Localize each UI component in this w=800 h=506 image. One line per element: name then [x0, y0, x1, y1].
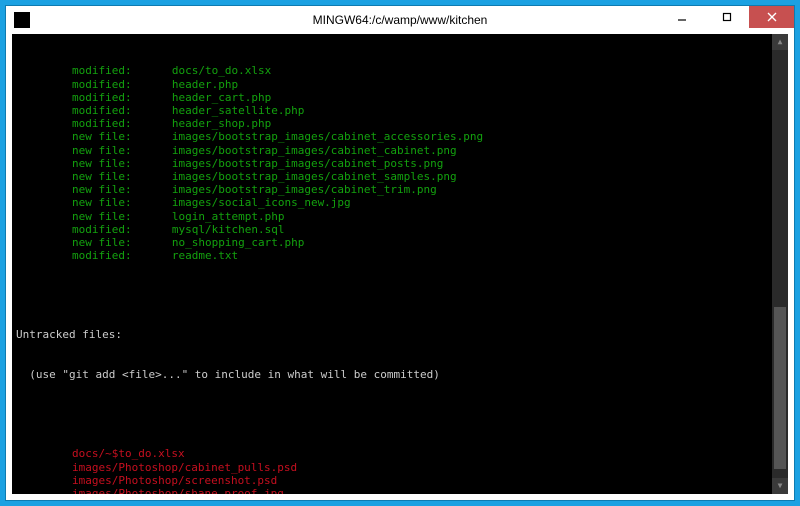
- untracked-hint: (use "git add <file>..." to include in w…: [16, 368, 782, 381]
- untracked-file-line: images/Photoshop/cabinet_pulls.psd: [16, 461, 782, 474]
- status-change-line: modified: header.php: [16, 78, 782, 91]
- untracked-header: Untracked files:: [16, 328, 782, 341]
- app-icon: [14, 12, 30, 28]
- close-button[interactable]: [749, 6, 794, 28]
- maximize-button[interactable]: [704, 6, 749, 28]
- maximize-icon: [722, 12, 732, 22]
- untracked-file-line: images/Photoshop/shane_proof.jpg: [16, 487, 782, 494]
- status-change-line: new file: images/bootstrap_images/cabine…: [16, 144, 782, 157]
- status-change-line: new file: login_attempt.php: [16, 210, 782, 223]
- untracked-files-list: docs/~$to_do.xlsximages/Photoshop/cabine…: [16, 447, 782, 494]
- status-change-line: new file: no_shopping_cart.php: [16, 236, 782, 249]
- terminal-window: MINGW64:/c/wamp/www/kitchen modified: do…: [5, 5, 795, 501]
- scroll-track[interactable]: [772, 50, 788, 478]
- close-icon: [767, 12, 777, 22]
- scroll-thumb[interactable]: [774, 307, 786, 470]
- status-change-line: new file: images/bootstrap_images/cabine…: [16, 183, 782, 196]
- window-title: MINGW64:/c/wamp/www/kitchen: [313, 13, 488, 27]
- status-change-line: new file: images/social_icons_new.jpg: [16, 196, 782, 209]
- scroll-down-button[interactable]: ▼: [772, 478, 788, 494]
- status-change-line: new file: images/bootstrap_images/cabine…: [16, 170, 782, 183]
- status-change-line: modified: header_cart.php: [16, 91, 782, 104]
- status-change-line: new file: images/bootstrap_images/cabine…: [16, 157, 782, 170]
- status-change-line: modified: readme.txt: [16, 249, 782, 262]
- status-change-line: modified: docs/to_do.xlsx: [16, 64, 782, 77]
- staged-changes-list: modified: docs/to_do.xlsxmodified: heade…: [16, 64, 782, 262]
- minimize-button[interactable]: [659, 6, 704, 28]
- terminal-body[interactable]: modified: docs/to_do.xlsxmodified: heade…: [12, 34, 788, 494]
- status-change-line: modified: mysql/kitchen.sql: [16, 223, 782, 236]
- status-change-line: modified: header_satellite.php: [16, 104, 782, 117]
- status-change-line: modified: header_shop.php: [16, 117, 782, 130]
- untracked-file-line: docs/~$to_do.xlsx: [16, 447, 782, 460]
- status-change-line: new file: images/bootstrap_images/cabine…: [16, 130, 782, 143]
- titlebar[interactable]: MINGW64:/c/wamp/www/kitchen: [6, 6, 794, 34]
- scroll-up-button[interactable]: ▲: [772, 34, 788, 50]
- window-controls: [659, 6, 794, 28]
- minimize-icon: [677, 12, 687, 22]
- untracked-file-line: images/Photoshop/screenshot.psd: [16, 474, 782, 487]
- scrollbar[interactable]: ▲ ▼: [772, 34, 788, 494]
